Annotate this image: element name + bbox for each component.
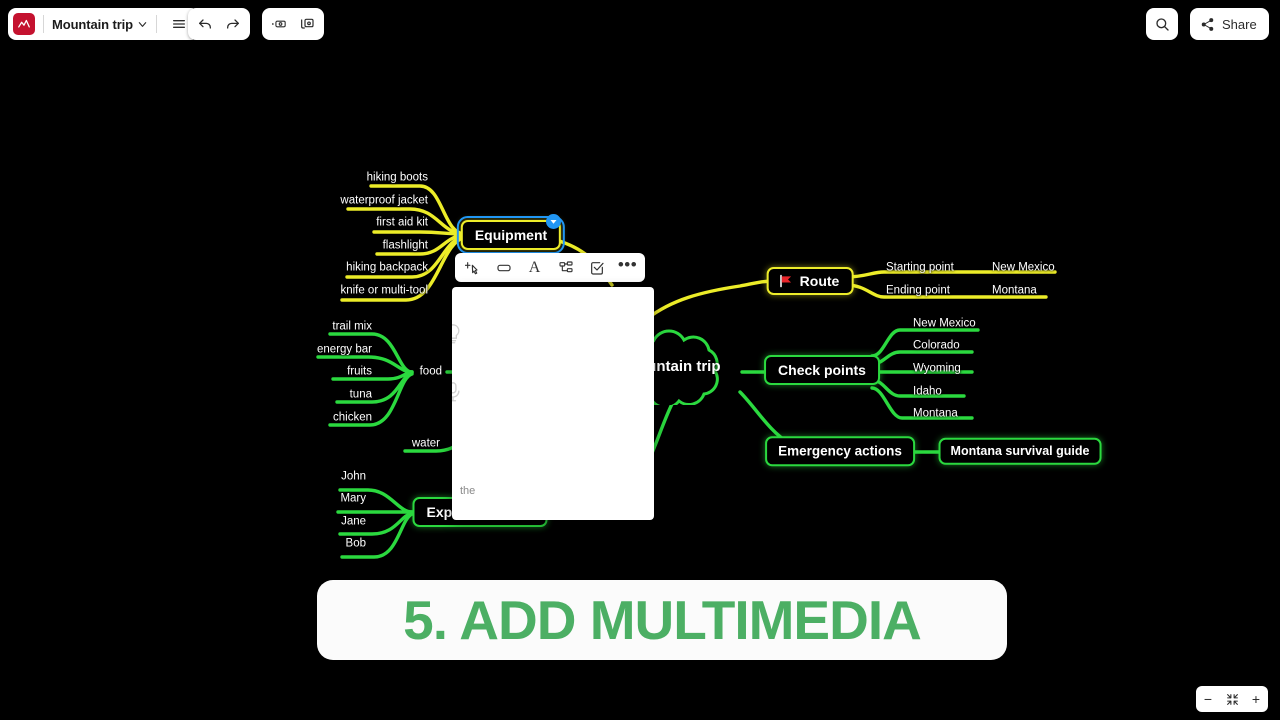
leaf-node[interactable]: Jane — [341, 516, 366, 528]
leaf-node-value[interactable]: Montana — [992, 285, 1037, 297]
branch-node-label: Emergency actions — [778, 443, 902, 459]
zoom-in-button[interactable]: + — [1245, 688, 1267, 710]
media-panel-text: the — [460, 485, 476, 497]
branch-node-route[interactable]: Route — [766, 267, 854, 295]
leaf-node[interactable]: Wyoming — [913, 363, 961, 375]
leaf-node[interactable]: Montana — [913, 408, 958, 420]
zoom-controls[interactable]: − + — [1196, 686, 1268, 712]
leaf-node[interactable]: chicken — [333, 412, 372, 424]
leaf-node-label[interactable]: Starting point — [886, 262, 954, 274]
checkbox-icon[interactable] — [582, 255, 611, 280]
ellipsis-icon[interactable]: ••• — [613, 255, 642, 280]
branch-node-emergency-actions[interactable]: Emergency actions — [765, 436, 915, 466]
red-flag-icon — [780, 274, 792, 288]
leaf-node[interactable]: fruits — [347, 366, 372, 378]
branch-node-label: Check points — [778, 362, 866, 378]
caption-banner: 5. ADD MULTIMEDIA — [317, 580, 1007, 660]
leaf-node[interactable]: tuna — [350, 389, 372, 401]
branch-node-survival-guide[interactable]: Montana survival guide — [938, 437, 1102, 465]
fit-to-screen-icon[interactable] — [1221, 688, 1243, 710]
leaf-node[interactable]: hiking boots — [367, 172, 428, 184]
caption-text: 5. ADD MULTIMEDIA — [403, 588, 922, 651]
leaf-node[interactable]: hiking backpack — [346, 262, 428, 274]
leaf-node[interactable]: waterproof jacket — [340, 195, 428, 207]
zoom-out-button[interactable]: − — [1197, 688, 1219, 710]
branch-node-checkpoints[interactable]: Check points — [764, 355, 880, 385]
leaf-node[interactable]: energy bar — [317, 344, 372, 356]
leaf-node-value[interactable]: New Mexico — [992, 262, 1055, 274]
leaf-node[interactable]: Idaho — [913, 386, 942, 398]
leaf-node[interactable]: Colorado — [913, 340, 960, 352]
add-child-node-icon[interactable] — [458, 255, 487, 280]
branch-node-label: Route — [799, 273, 840, 289]
branch-node-label: Montana survival guide — [950, 443, 1090, 458]
font-a-icon[interactable]: A — [520, 255, 549, 280]
hierarchy-tree-icon[interactable] — [551, 255, 580, 280]
branch-node-label: Equipment — [474, 227, 548, 243]
lightbulb-icon[interactable] — [452, 323, 463, 345]
rounded-rectangle-icon[interactable] — [489, 255, 518, 280]
microphone-icon[interactable] — [452, 381, 463, 403]
leaf-node[interactable]: John — [341, 471, 366, 483]
leaf-node[interactable]: Bob — [346, 538, 366, 550]
leaf-node[interactable]: trail mix — [332, 321, 372, 333]
leaf-node[interactable]: Mary — [340, 493, 366, 505]
node-context-toolbar[interactable]: A ••• — [455, 253, 645, 282]
branch-node-water[interactable]: water — [412, 438, 440, 450]
branch-node-food[interactable]: food — [420, 366, 442, 378]
app-root: Mountain trip Share hiking boots waterpr… — [0, 0, 1280, 720]
leaf-node[interactable]: first aid kit — [376, 217, 428, 229]
leaf-node[interactable]: flashlight — [383, 240, 428, 252]
leaf-node[interactable]: New Mexico — [913, 318, 976, 330]
leaf-node-label[interactable]: Ending point — [886, 285, 950, 297]
media-insert-panel[interactable]: the — [452, 287, 654, 520]
collapse-triangle-icon[interactable] — [546, 214, 561, 229]
leaf-node[interactable]: knife or multi-tool — [340, 285, 428, 297]
